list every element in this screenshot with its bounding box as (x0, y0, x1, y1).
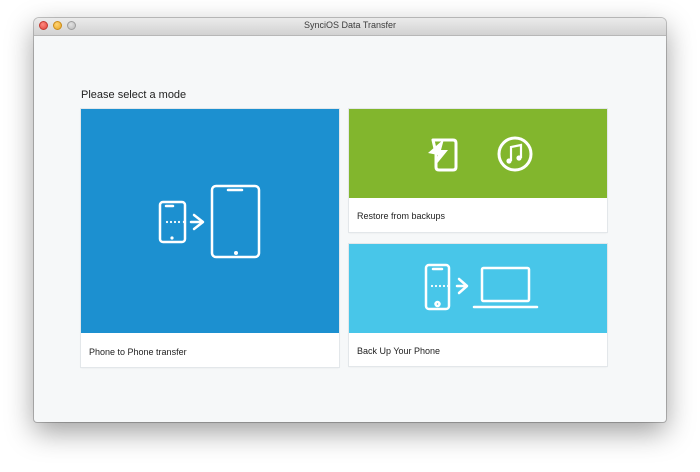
mode-label: Back Up Your Phone (357, 346, 441, 356)
restore-icons (428, 136, 533, 172)
mode-back-up-phone[interactable]: Back Up Your Phone (349, 244, 607, 366)
itunes-music-icon (497, 136, 533, 172)
phone-to-phone-icon (158, 184, 261, 259)
title-bar[interactable]: SynciOS Data Transfer (34, 18, 666, 36)
mode-art-panel (81, 109, 339, 333)
page-title: Please select a mode (81, 89, 187, 101)
phone-to-computer-icon (424, 263, 539, 311)
mode-restore-backups[interactable]: Restore from backups (349, 109, 607, 232)
window-title: SynciOS Data Transfer (303, 20, 397, 30)
mode-phone-to-phone[interactable]: Phone to Phone transfer (81, 109, 339, 367)
mode-art-panel (349, 109, 607, 198)
mode-label: Phone to Phone transfer (89, 347, 187, 357)
mode-label: Restore from backups (357, 211, 446, 221)
mode-art-panel (349, 244, 607, 333)
app-window: SynciOS Data Transfer Please select a mo… (34, 18, 666, 422)
syncios-backup-icon (428, 138, 458, 172)
